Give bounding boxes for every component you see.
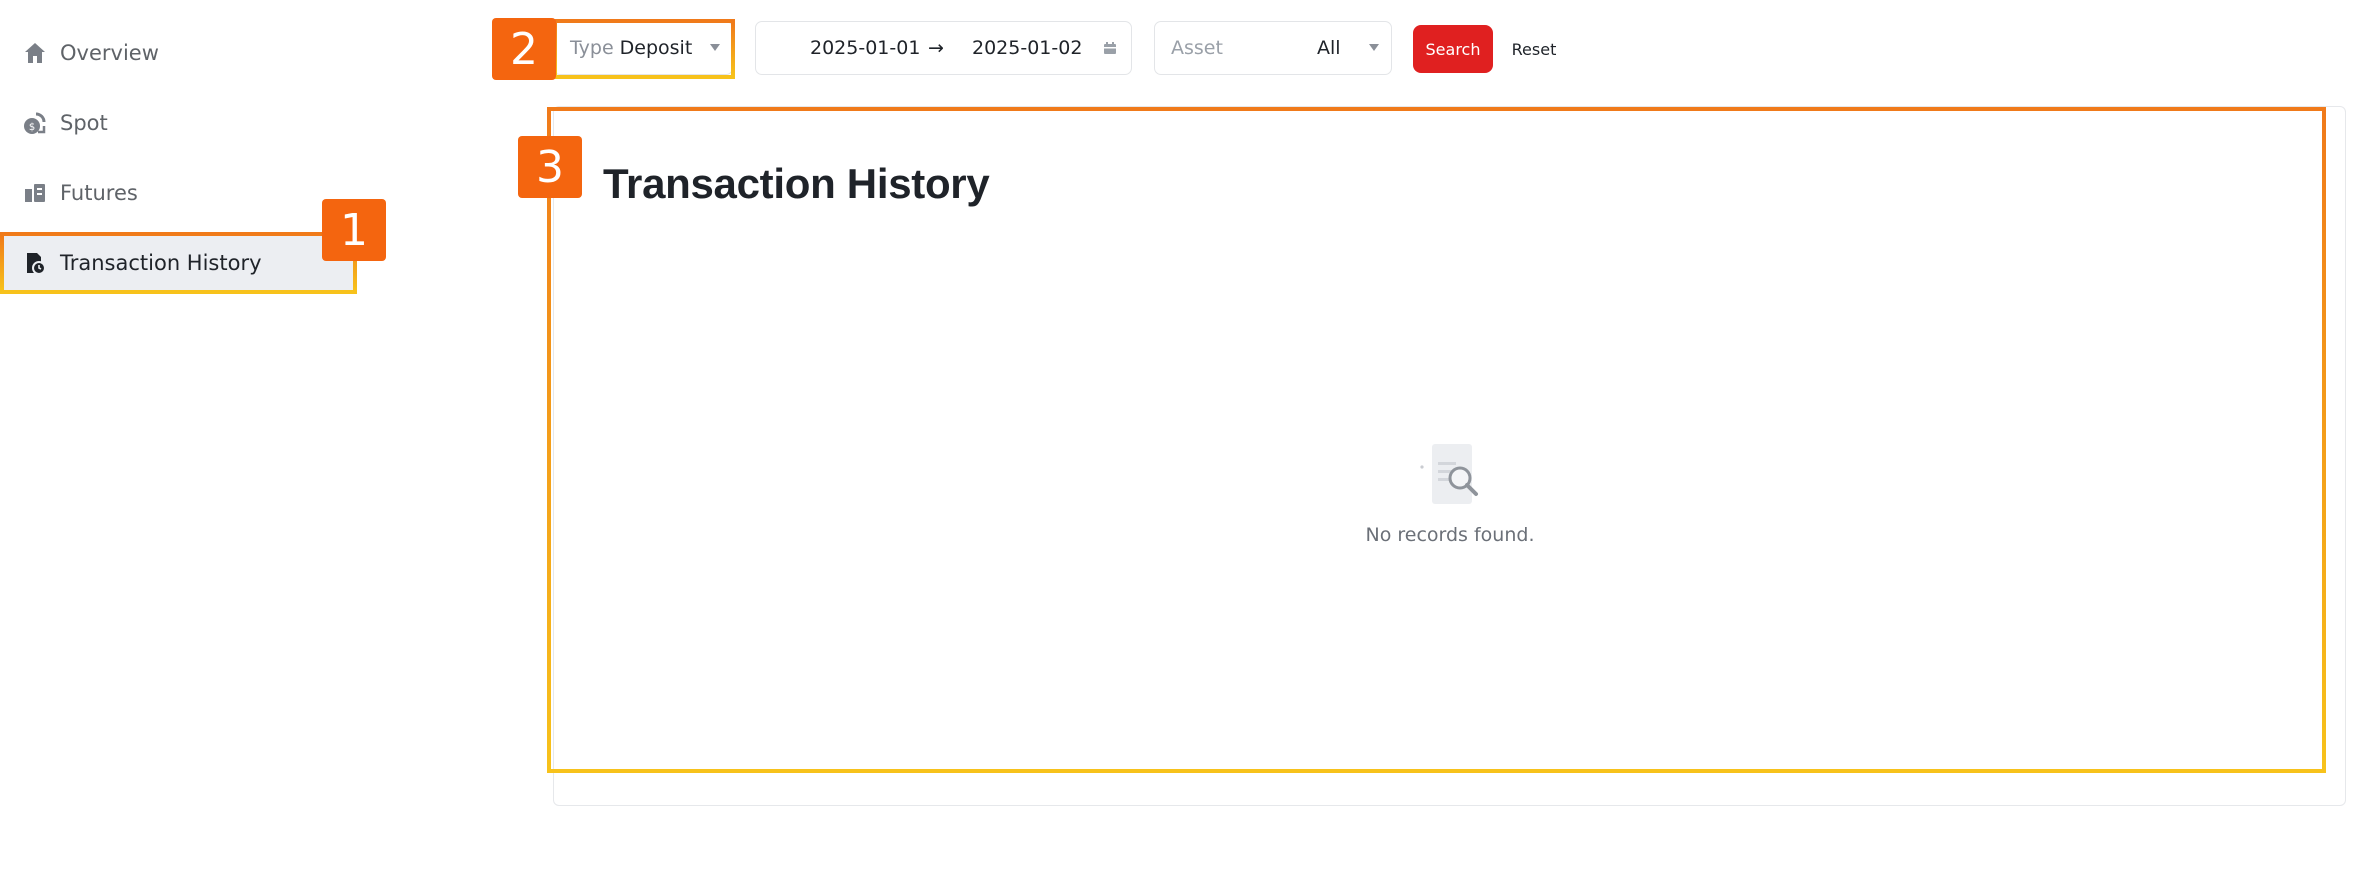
empty-search-icon xyxy=(1420,444,1478,504)
date-range-picker[interactable]: 2025-01-01 → 2025-01-02 xyxy=(755,21,1132,75)
type-select[interactable]: Type Deposit xyxy=(553,21,733,75)
type-select-prefix: Type xyxy=(570,37,614,59)
type-select-value: Deposit xyxy=(619,37,693,59)
arrow-right-icon: → xyxy=(928,37,944,59)
asset-select-placeholder: Asset xyxy=(1171,37,1223,59)
empty-state-message: No records found. xyxy=(1365,524,1535,546)
annotation-badge-2: 2 xyxy=(492,18,556,80)
sidebar-item-transaction-history[interactable]: Transaction History xyxy=(0,235,356,291)
page-title: Transaction History xyxy=(603,160,990,207)
asset-select-value: All xyxy=(1317,37,1341,59)
empty-state: No records found. xyxy=(1340,440,1560,546)
sidebar-item-label: Spot xyxy=(60,111,108,135)
history-document-icon xyxy=(22,250,48,276)
sidebar-item-label: Transaction History xyxy=(60,251,262,275)
home-icon xyxy=(22,40,48,66)
asset-select[interactable]: Asset All xyxy=(1154,21,1392,75)
sidebar-item-spot[interactable]: $ Spot xyxy=(0,95,356,151)
sidebar-item-label: Overview xyxy=(60,41,159,65)
futures-icon xyxy=(22,180,48,206)
search-button[interactable]: Search xyxy=(1413,25,1493,73)
chevron-down-icon xyxy=(1369,44,1379,51)
reset-button[interactable]: Reset xyxy=(1506,25,1562,73)
sidebar-item-overview[interactable]: Overview xyxy=(0,25,356,81)
chevron-down-icon xyxy=(710,44,720,51)
spot-coins-icon: $ xyxy=(22,110,48,136)
start-date-input[interactable]: 2025-01-01 xyxy=(810,37,920,59)
annotation-badge-3: 3 xyxy=(518,136,582,198)
sidebar: Overview $ Spot Futures Transaction Hist… xyxy=(0,0,360,879)
sidebar-item-futures[interactable]: Futures xyxy=(0,165,356,221)
annotation-badge-1: 1 xyxy=(322,199,386,261)
sidebar-item-label: Futures xyxy=(60,181,138,205)
svg-text:$: $ xyxy=(29,122,35,133)
calendar-icon xyxy=(1103,40,1117,59)
end-date-input[interactable]: 2025-01-02 xyxy=(972,37,1082,59)
